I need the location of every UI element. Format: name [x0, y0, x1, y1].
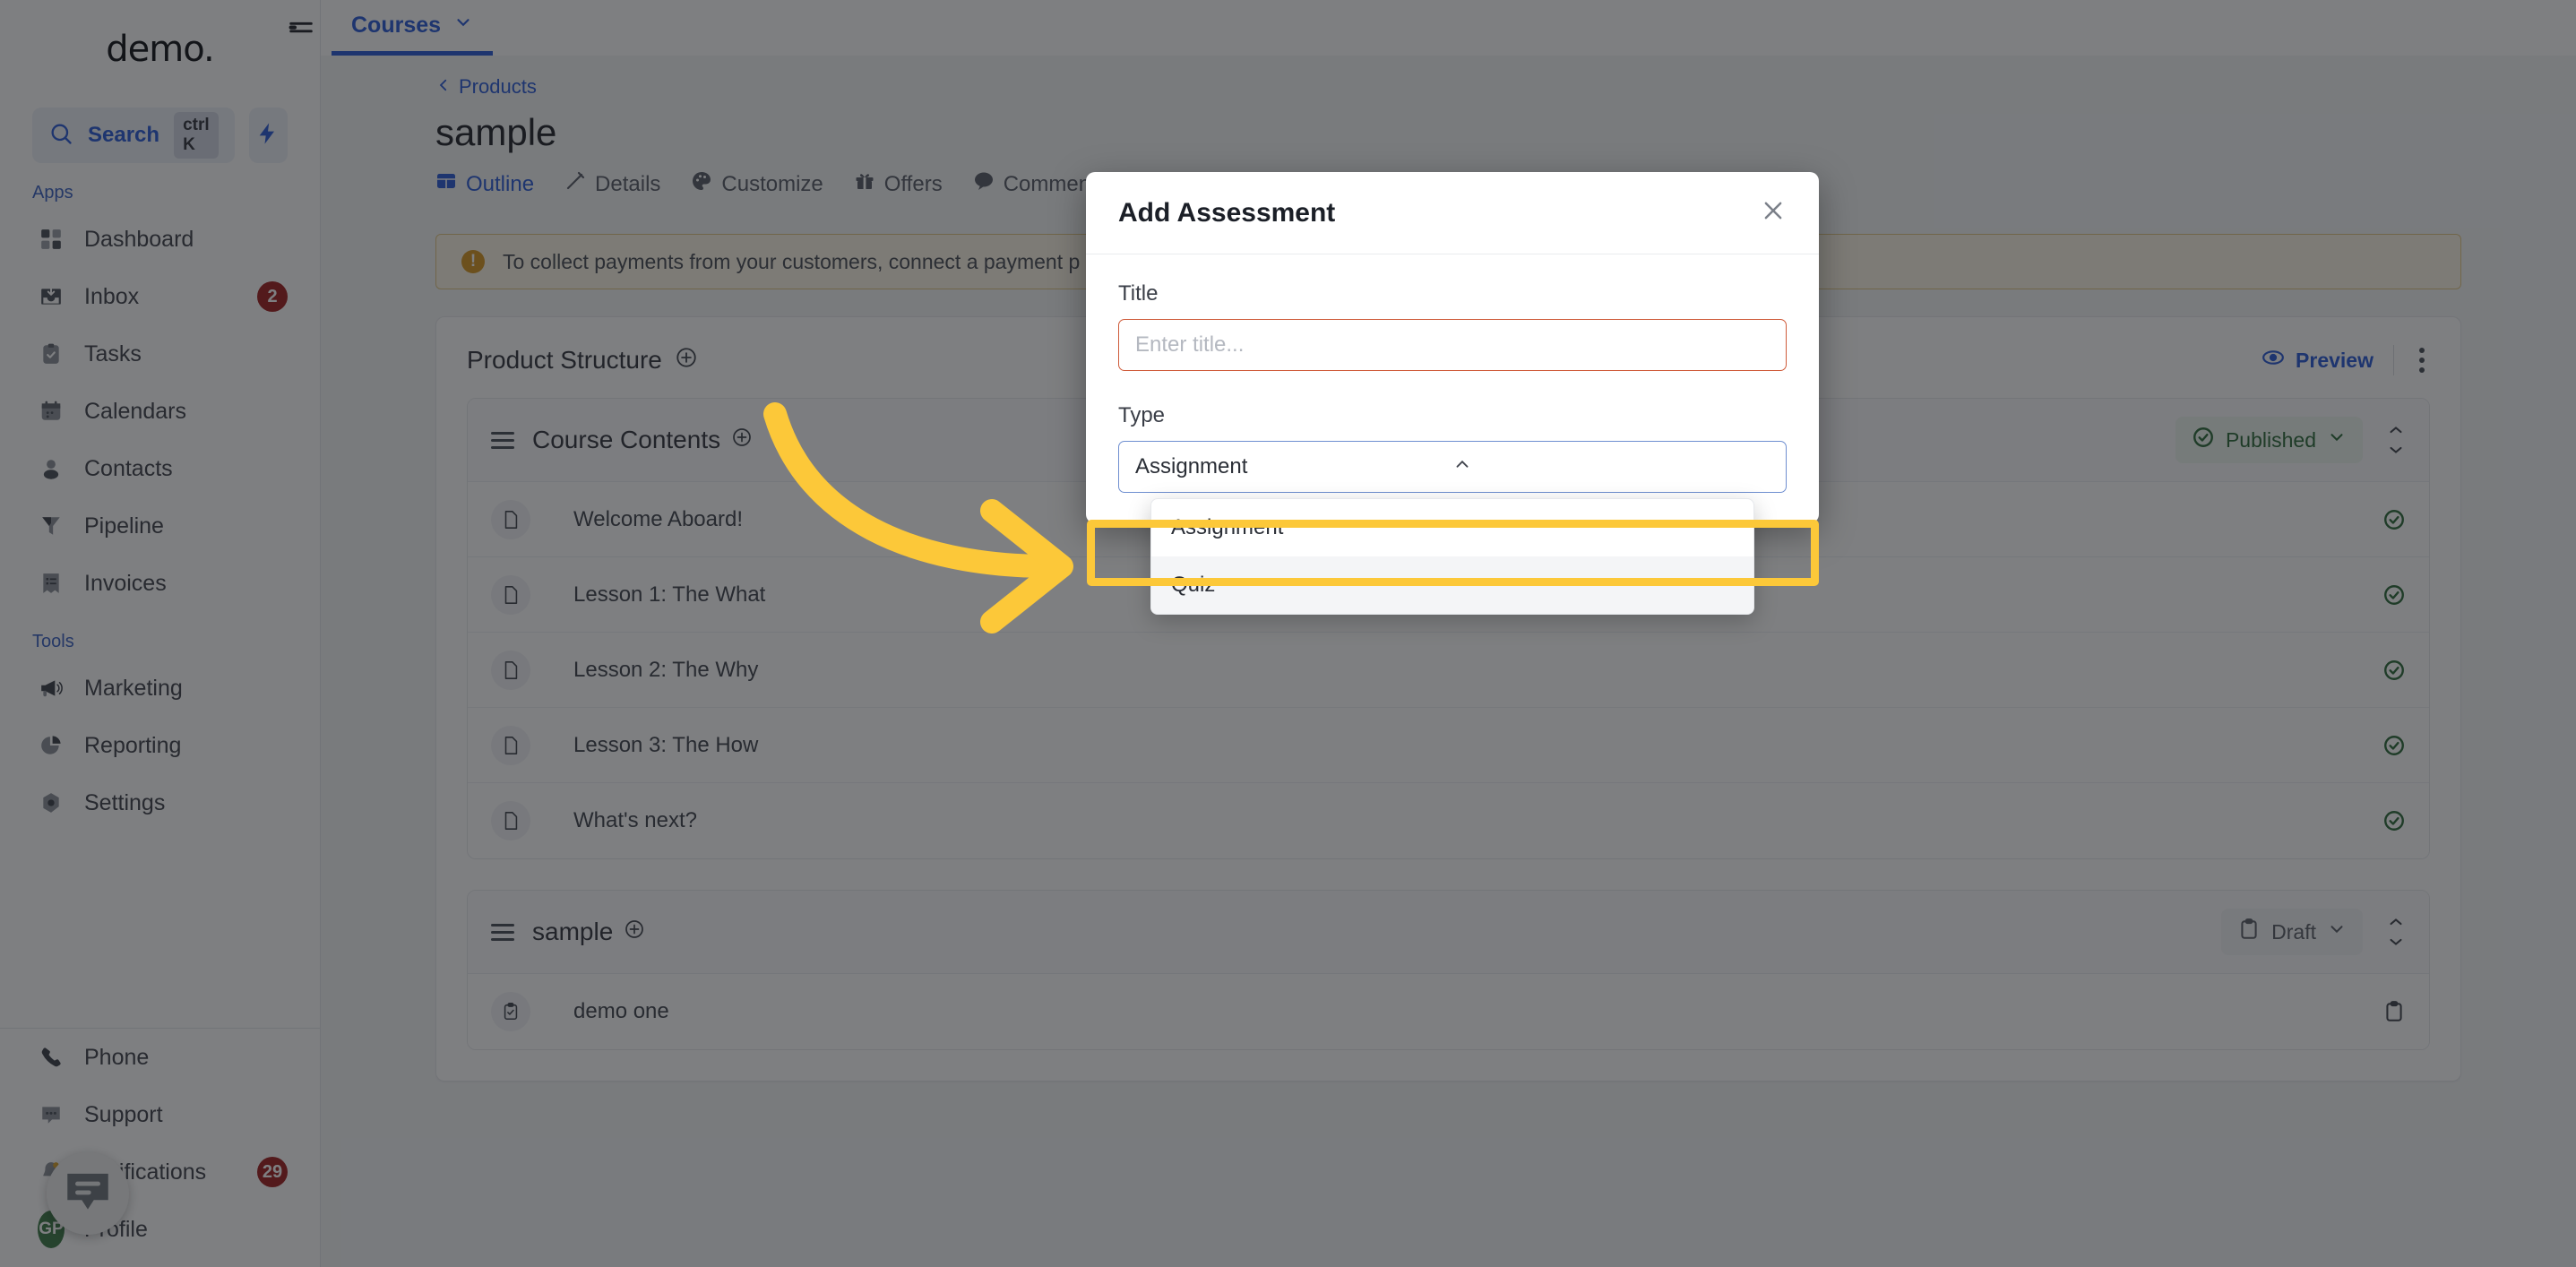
type-dropdown-list: Assignment Quiz: [1150, 498, 1754, 615]
modal-header: Add Assessment: [1086, 172, 1819, 254]
app-root: demo. Search ctrl K: [0, 0, 2576, 1267]
add-assessment-modal: Add Assessment Title Type Assignment Ass…: [1086, 172, 1819, 615]
dropdown-option-quiz[interactable]: Quiz: [1151, 556, 1753, 614]
type-select-wrapper: Assignment Assignment Quiz: [1118, 441, 1787, 615]
title-field-label: Title: [1118, 281, 1159, 306]
type-field-label: Type: [1118, 403, 1166, 427]
dropdown-option-assignment[interactable]: Assignment: [1151, 499, 1753, 556]
modal-title: Add Assessment: [1118, 197, 1336, 228]
title-input[interactable]: [1118, 319, 1787, 371]
type-select[interactable]: Assignment: [1118, 441, 1787, 493]
type-select-value: Assignment: [1135, 454, 1248, 478]
modal-body: Title Type Assignment Assignment Quiz: [1086, 254, 1819, 615]
chevron-up-icon: [1452, 454, 1770, 480]
close-icon[interactable]: [1760, 197, 1787, 228]
field-gap: [1118, 371, 1787, 403]
